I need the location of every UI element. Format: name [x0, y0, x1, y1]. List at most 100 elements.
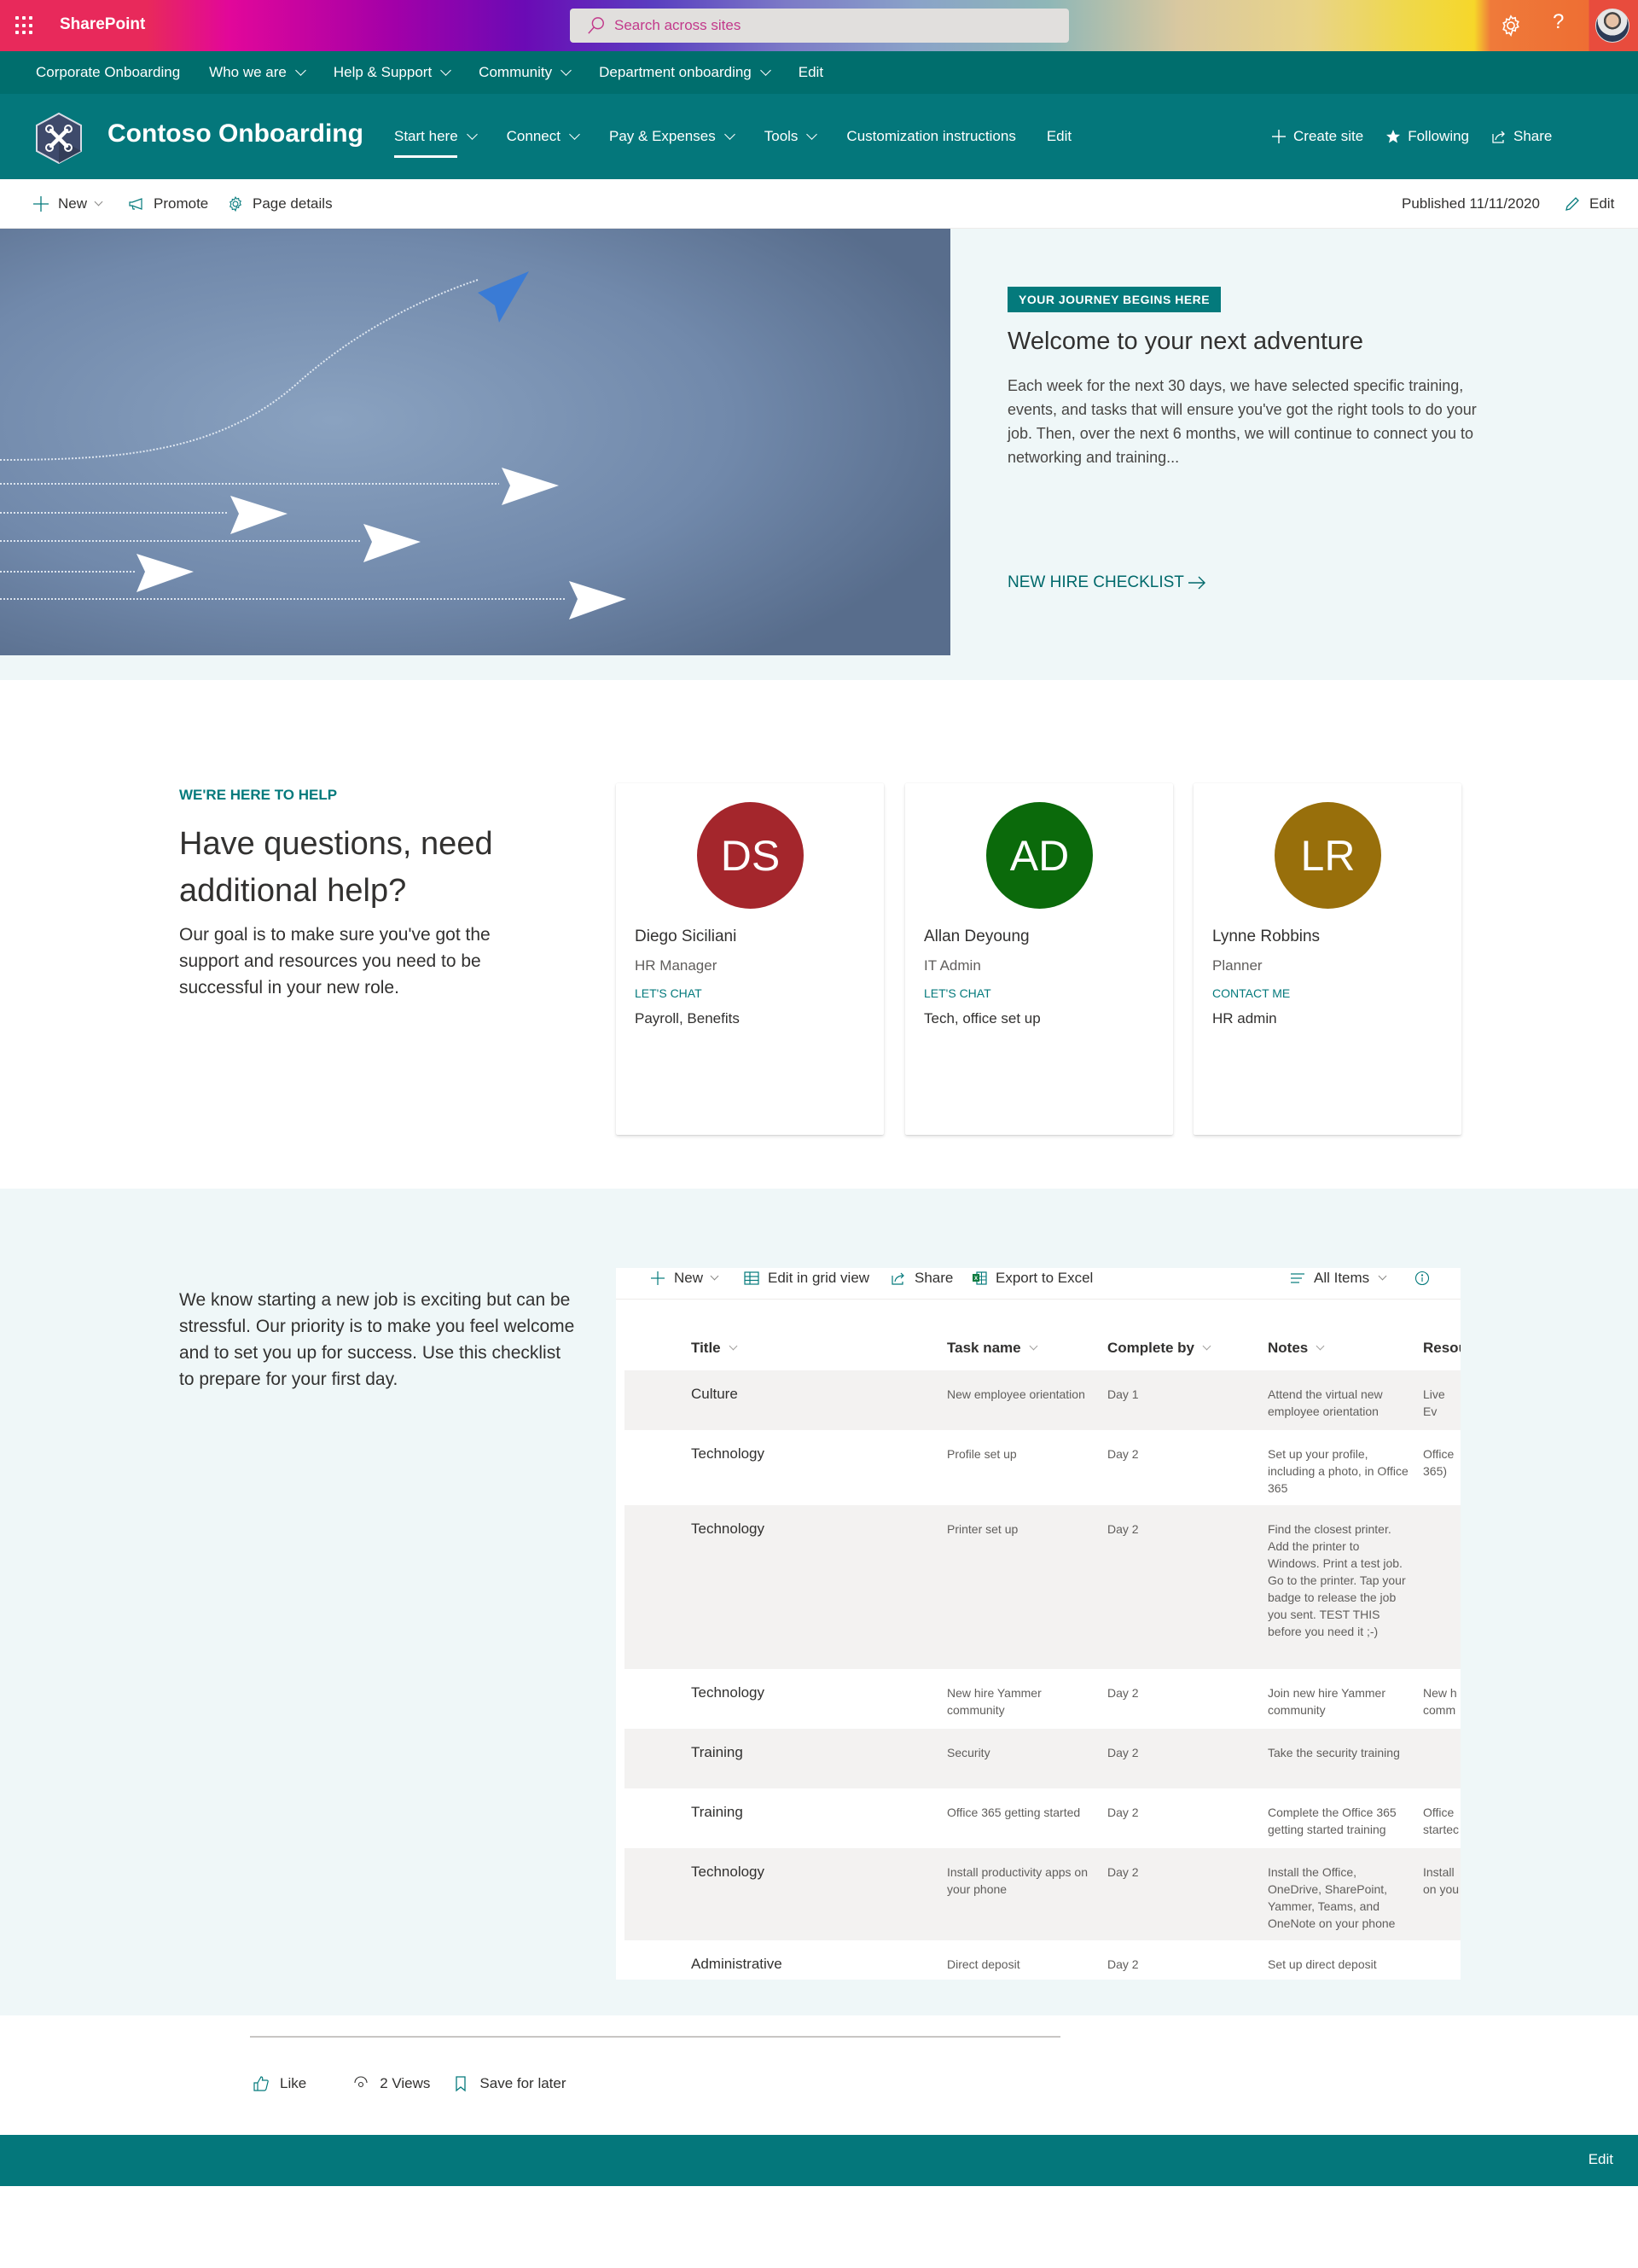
contact-name: Lynne Robbins: [1212, 928, 1321, 945]
contact-card[interactable]: AD Allan Deyoung IT Admin LET'S CHAT Tec…: [905, 783, 1173, 1135]
cell-complete-by: Day 2: [1107, 1806, 1139, 1819]
hub-nav-corporate-onboarding[interactable]: Corporate Onboarding: [36, 64, 180, 81]
gear-icon: [229, 195, 241, 212]
hub-nav-label: Corporate Onboarding: [36, 64, 181, 80]
site-actions: Create site Following Share: [1271, 94, 1574, 179]
site-nav-edit[interactable]: Edit: [1047, 94, 1072, 179]
contact-link[interactable]: CONTACT ME: [1212, 986, 1290, 1000]
view-selector[interactable]: All Items: [1290, 1268, 1387, 1288]
column-header-notes[interactable]: Notes: [1268, 1340, 1325, 1357]
hub-nav-label: Edit: [798, 64, 824, 80]
cell-resources: New h comm: [1423, 1686, 1457, 1717]
site-nav-customization-instructions[interactable]: Customization instructions: [846, 94, 1015, 179]
checklist-list: New Edit in grid view Share X Export to …: [616, 1268, 1461, 1980]
cell-complete-by: Day 1: [1107, 1387, 1139, 1401]
suite-bar: SharePoint Search across sites ?: [0, 0, 1638, 51]
contact-name: Allan Deyoung: [924, 928, 1030, 945]
chevron-down-icon: [759, 65, 771, 76]
site-logo-icon[interactable]: [35, 113, 83, 164]
new-button[interactable]: New: [32, 195, 103, 212]
hub-nav-who-we-are[interactable]: Who we are: [209, 64, 306, 81]
info-button[interactable]: [1414, 1268, 1438, 1288]
table-row[interactable]: Training Office 365 getting started Day 2 C…: [624, 1788, 1461, 1848]
page-details-button[interactable]: Page details: [227, 195, 333, 212]
cell-notes: Set up direct deposit: [1268, 1957, 1377, 1971]
column-header-complete-by[interactable]: Complete by: [1107, 1340, 1211, 1357]
hub-nav-label: Help & Support: [333, 64, 433, 80]
list-header: Title Task name Complete by Notes Resou: [616, 1329, 1461, 1370]
contact-title: Planner: [1212, 957, 1263, 974]
list-view-icon: [1291, 1273, 1304, 1283]
cell-resources: Install on you: [1423, 1865, 1460, 1896]
table-row[interactable]: Administrative Direct deposit Day 2 Set up …: [624, 1940, 1461, 1980]
contact-link[interactable]: LET'S CHAT: [635, 986, 702, 1000]
share-button[interactable]: Share: [1491, 128, 1552, 145]
column-header-task-name[interactable]: Task name: [947, 1340, 1038, 1357]
footer-edit-button[interactable]: Edit: [1589, 2151, 1613, 2168]
checklist-body: We know starting a new job is exciting b…: [179, 1290, 575, 1389]
search-box[interactable]: Search across sites: [570, 9, 1069, 43]
hero-eyebrow: YOUR JOURNEY BEGINS HERE: [1008, 287, 1222, 312]
save-for-later-button[interactable]: Save for later: [452, 2075, 566, 2092]
site-title[interactable]: Contoso Onboarding: [107, 119, 363, 148]
new-hire-checklist-link[interactable]: NEW HIRE CHECKLIST: [1008, 573, 1206, 592]
table-row[interactable]: Technology Profile set up Day 2 Set up your…: [624, 1430, 1461, 1505]
list-share-button[interactable]: Share: [891, 1268, 953, 1288]
column-header-resources[interactable]: Resou: [1423, 1340, 1461, 1357]
cell-task: Security: [947, 1746, 990, 1759]
table-row[interactable]: Culture New employee orientation Day 1 Atte…: [624, 1370, 1461, 1430]
edit-grid-view-button[interactable]: Edit in grid view: [744, 1268, 869, 1288]
like-button[interactable]: Like: [253, 2075, 306, 2092]
site-nav-start-here[interactable]: Start here: [394, 94, 478, 179]
contact-card[interactable]: LR Lynne Robbins Planner CONTACT ME HR a…: [1194, 783, 1461, 1135]
published-date: Published 11/11/2020: [1402, 195, 1540, 212]
column-header-title[interactable]: Title: [691, 1340, 738, 1357]
gear-icon[interactable]: [1499, 14, 1523, 38]
site-nav-label: Connect: [506, 128, 561, 144]
avatar[interactable]: [1595, 9, 1629, 43]
app-name[interactable]: SharePoint: [60, 15, 145, 34]
help-icon[interactable]: ?: [1553, 10, 1564, 34]
list-new-button[interactable]: New: [650, 1268, 719, 1288]
hub-nav-edit[interactable]: Edit: [799, 64, 823, 81]
cell-task: Install productivity apps on your phone: [947, 1865, 1088, 1896]
site-nav-tools[interactable]: Tools: [764, 94, 818, 179]
cell-task: Office 365 getting started: [947, 1806, 1081, 1819]
like-label: Like: [280, 2075, 307, 2091]
cell-title: Technology: [691, 1445, 765, 1462]
app-launcher-waffle-icon[interactable]: [15, 16, 34, 35]
table-row[interactable]: Technology New hire Yammer community Day 2…: [624, 1669, 1461, 1729]
hub-nav-community[interactable]: Community: [479, 64, 572, 81]
table-row[interactable]: Technology Install productivity apps on y…: [624, 1848, 1461, 1940]
site-nav-label: Customization instructions: [846, 128, 1016, 144]
cell-title: Training: [691, 1804, 743, 1820]
table-row[interactable]: Training Security Day 2 Take the security t…: [624, 1729, 1461, 1788]
views-label: 2 Views: [380, 2075, 431, 2091]
hub-nav-department-onboarding[interactable]: Department onboarding: [599, 64, 771, 81]
edit-page-button[interactable]: Edit: [1564, 195, 1614, 212]
following-button[interactable]: Following: [1385, 128, 1469, 145]
chevron-down-icon: [1378, 1271, 1387, 1281]
column-label: Resou: [1423, 1340, 1461, 1356]
list-new-label: New: [674, 1270, 704, 1286]
site-nav-pay-expenses[interactable]: Pay & Expenses: [609, 94, 735, 179]
star-icon: [1386, 130, 1401, 143]
cell-complete-by: Day 2: [1107, 1746, 1139, 1759]
promote-label: Promote: [154, 195, 209, 212]
hero-image[interactable]: [0, 229, 950, 655]
cell-title: Technology: [691, 1521, 765, 1537]
export-excel-button[interactable]: X Export to Excel: [972, 1268, 1093, 1288]
cell-complete-by: Day 2: [1107, 1447, 1139, 1461]
chevron-down-icon: [710, 1271, 719, 1281]
contact-card[interactable]: DS Diego Siciliani HR Manager LET'S CHAT…: [616, 783, 884, 1135]
table-row[interactable]: Technology Printer set up Day 2 Find the cl…: [624, 1505, 1461, 1669]
share-icon: [892, 1272, 904, 1285]
hub-nav-help-support[interactable]: Help & Support: [333, 64, 452, 81]
promote-button[interactable]: Promote: [128, 195, 208, 212]
site-nav-connect[interactable]: Connect: [506, 94, 580, 179]
cell-resources: Live Ev: [1423, 1387, 1445, 1418]
contact-link[interactable]: LET'S CHAT: [924, 986, 991, 1000]
list-toolbar: New Edit in grid view Share X Export to …: [616, 1268, 1461, 1300]
create-site-button[interactable]: Create site: [1271, 128, 1363, 145]
megaphone-icon: [129, 198, 142, 210]
